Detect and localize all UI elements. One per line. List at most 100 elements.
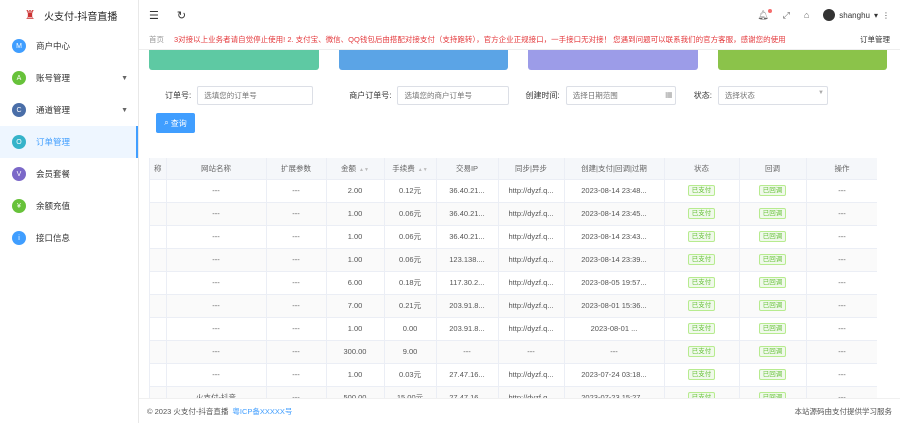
menu-icon[interactable]: ☰ <box>149 9 159 22</box>
icp-link[interactable]: 粤ICP备XXXXX号 <box>232 406 292 417</box>
table-cell: 已支付 <box>664 179 740 203</box>
sidebar-item-6[interactable]: i 接口信息 <box>0 222 138 254</box>
sort-icon[interactable]: ▲▼ <box>359 167 369 173</box>
order-no-label: 订单号: <box>165 91 192 100</box>
sidebar-item-4[interactable]: V 会员套餐 <box>0 158 138 190</box>
more-vertical-icon[interactable]: ⋮ <box>882 11 890 20</box>
table-cell: http://dyzf.q... <box>498 294 565 318</box>
table-cell <box>150 340 167 364</box>
status-select-input[interactable] <box>717 86 828 105</box>
notification-dot <box>767 8 772 13</box>
refresh-icon[interactable]: ↻ <box>177 9 186 22</box>
table-cell: http://dyzf.q... <box>498 271 565 295</box>
callback-badge: 已回调 <box>758 323 787 334</box>
table-cell: 2023-08-05 19:57... <box>564 271 665 295</box>
sidebar-item-2[interactable]: C 通道管理 ▼ <box>0 94 138 126</box>
column-header: 交易IP <box>436 158 499 180</box>
table-cell <box>150 271 167 295</box>
tab-bar: 首页 3对接以上业务者请自觉停止使用! 2. 支付宝、微信、QQ钱包后由搭配对接… <box>139 30 900 50</box>
merchant-order-input[interactable] <box>397 86 510 105</box>
tab-order-management[interactable]: 订单管理 <box>860 34 890 45</box>
table-cell: 0.00 <box>384 317 437 341</box>
sidebar-item-5[interactable]: ¥ 余额充值 <box>0 190 138 222</box>
breadcrumb-home[interactable]: 首页 <box>149 34 164 45</box>
column-header[interactable]: 手续费 ▲▼ <box>384 158 437 180</box>
column-header: 网站名称 <box>166 158 267 180</box>
column-header: 状态 <box>664 158 740 180</box>
sidebar-item-1[interactable]: A 账号管理 ▼ <box>0 62 138 94</box>
callback-badge: 已回调 <box>758 185 787 196</box>
table-cell: 已回调 <box>739 225 807 249</box>
table-cell: 已回调 <box>739 294 807 318</box>
table-cell: 已回调 <box>739 179 807 203</box>
table-cell: --- <box>266 248 327 272</box>
callback-badge: 已回调 <box>758 208 787 219</box>
table-cell: 0.12元 <box>384 179 437 203</box>
table-row[interactable]: --- --- 2.00 0.12元 36.40.21... http://dyzf.q.… <box>150 179 877 203</box>
column-header[interactable]: 金额 ▲▼ <box>326 158 385 180</box>
table-cell: --- <box>166 202 267 226</box>
column-header: 回调 <box>739 158 807 180</box>
table-row[interactable]: --- --- 1.00 0.03元 27.47.16... http://dyzf.q.… <box>150 363 877 387</box>
status-select[interactable]: ▼ <box>717 86 828 105</box>
search-button[interactable]: ⌕ 查询 <box>156 113 195 133</box>
lock-icon[interactable]: ⌂ <box>804 10 809 20</box>
table-cell: 已回调 <box>739 340 807 364</box>
brand-title: 火支付-抖音直播 <box>44 11 118 23</box>
date-range-picker[interactable]: ▦ <box>565 86 694 105</box>
table-cell: http://dyzf.q... <box>498 386 565 398</box>
table-cell: 117.30.2... <box>436 271 499 295</box>
column-header-label: 同步|异步 <box>515 163 547 173</box>
status-badge: 已支付 <box>687 185 716 196</box>
table-cell <box>150 248 167 272</box>
table-row[interactable]: --- --- 1.00 0.00 203.91.8... http://dyzf.q..… <box>150 317 877 341</box>
table-cell <box>150 317 167 341</box>
avatar <box>823 9 836 21</box>
table-cell: 27.47.16... <box>436 363 499 387</box>
table-row[interactable]: --- --- 300.00 9.00 --- --- --- 已支付 已回调 --- <box>150 340 877 364</box>
sidebar: ♜ 火支付-抖音直播 M 商户中心 A 账号管理 ▼ C 通道管理 ▼ O 订单管理 V 会员套餐 ¥ 余… <box>0 0 139 423</box>
table-cell: --- <box>266 317 327 341</box>
table-row[interactable]: --- --- 7.00 0.21元 203.91.8... http://dyzf.q.… <box>150 294 877 318</box>
sidebar-item-0[interactable]: M 商户中心 <box>0 30 138 62</box>
table-row[interactable]: 火支付-抖音 --- 500.00 15.00元 27.47.16... http://d… <box>150 386 877 398</box>
column-header-label: 金额 <box>341 163 357 173</box>
order-no-input[interactable] <box>197 86 314 105</box>
table-row[interactable]: --- --- 1.00 0.06元 123.138.... http://dyzf.q.… <box>150 248 877 272</box>
table-cell: 火支付-抖音 <box>166 386 267 398</box>
table-row[interactable]: --- --- 1.00 0.06元 36.40.21... http://dyzf.q.… <box>150 225 877 249</box>
table-cell: --- <box>498 340 565 364</box>
date-range-input[interactable] <box>565 86 676 105</box>
filter-bar: 订单号: 商户订单号: 创建时间: ▦ 状态: ▼ <box>165 86 880 105</box>
table-cell: 2023-08-01 15:36... <box>564 294 665 318</box>
table-cell: 2023-08-14 23:39... <box>564 248 665 272</box>
sort-icon[interactable]: ▲▼ <box>418 167 428 173</box>
brand[interactable]: ♜ 火支付-抖音直播 <box>0 0 138 30</box>
table-row[interactable]: --- --- 1.00 0.06元 36.40.21... http://dyzf.q.… <box>150 202 877 226</box>
table-cell: --- <box>166 363 267 387</box>
table-cell: 0.03元 <box>384 363 437 387</box>
table-cell: --- <box>806 386 877 398</box>
chevron-down-icon: ▼ <box>121 74 128 82</box>
nav-icon: C <box>12 103 26 117</box>
fullscreen-icon[interactable]: ⤢ <box>783 10 790 21</box>
create-time-label: 创建时间: <box>525 91 560 100</box>
bell-icon[interactable]: 🔔︎ <box>757 8 772 21</box>
table-cell: 1.00 <box>326 225 385 249</box>
table-cell <box>150 179 167 203</box>
sidebar-item-3[interactable]: O 订单管理 <box>0 126 138 158</box>
table-cell: 已支付 <box>664 294 740 318</box>
user-menu[interactable]: shanghu ▾ ⋮ <box>823 9 890 21</box>
column-header-label: 手续费 <box>392 163 415 173</box>
table-cell: --- <box>806 340 877 364</box>
footer-right-text: 本站源码由支付提供学习服务 <box>794 406 893 416</box>
table-row[interactable]: --- --- 6.00 0.18元 117.30.2... http://dyzf.q.… <box>150 271 877 295</box>
table-cell: 7.00 <box>326 294 385 318</box>
table-cell: 123.138.... <box>436 248 499 272</box>
table-cell: --- <box>806 294 877 318</box>
table-cell: 已回调 <box>739 271 807 295</box>
order-table-wrapper[interactable]: 称网站名称 扩展参数 金额 ▲▼ 手续费 ▲▼ 交易IP 同步|异步 创建|支付|回调|过期 状态… <box>149 158 877 398</box>
table-cell: 已回调 <box>739 363 807 387</box>
table-cell: --- <box>806 202 877 226</box>
marquee-notice: 3对接以上业务者请自觉停止使用! 2. 支付宝、微信、QQ钱包后由搭配对接支付（… <box>174 35 786 44</box>
